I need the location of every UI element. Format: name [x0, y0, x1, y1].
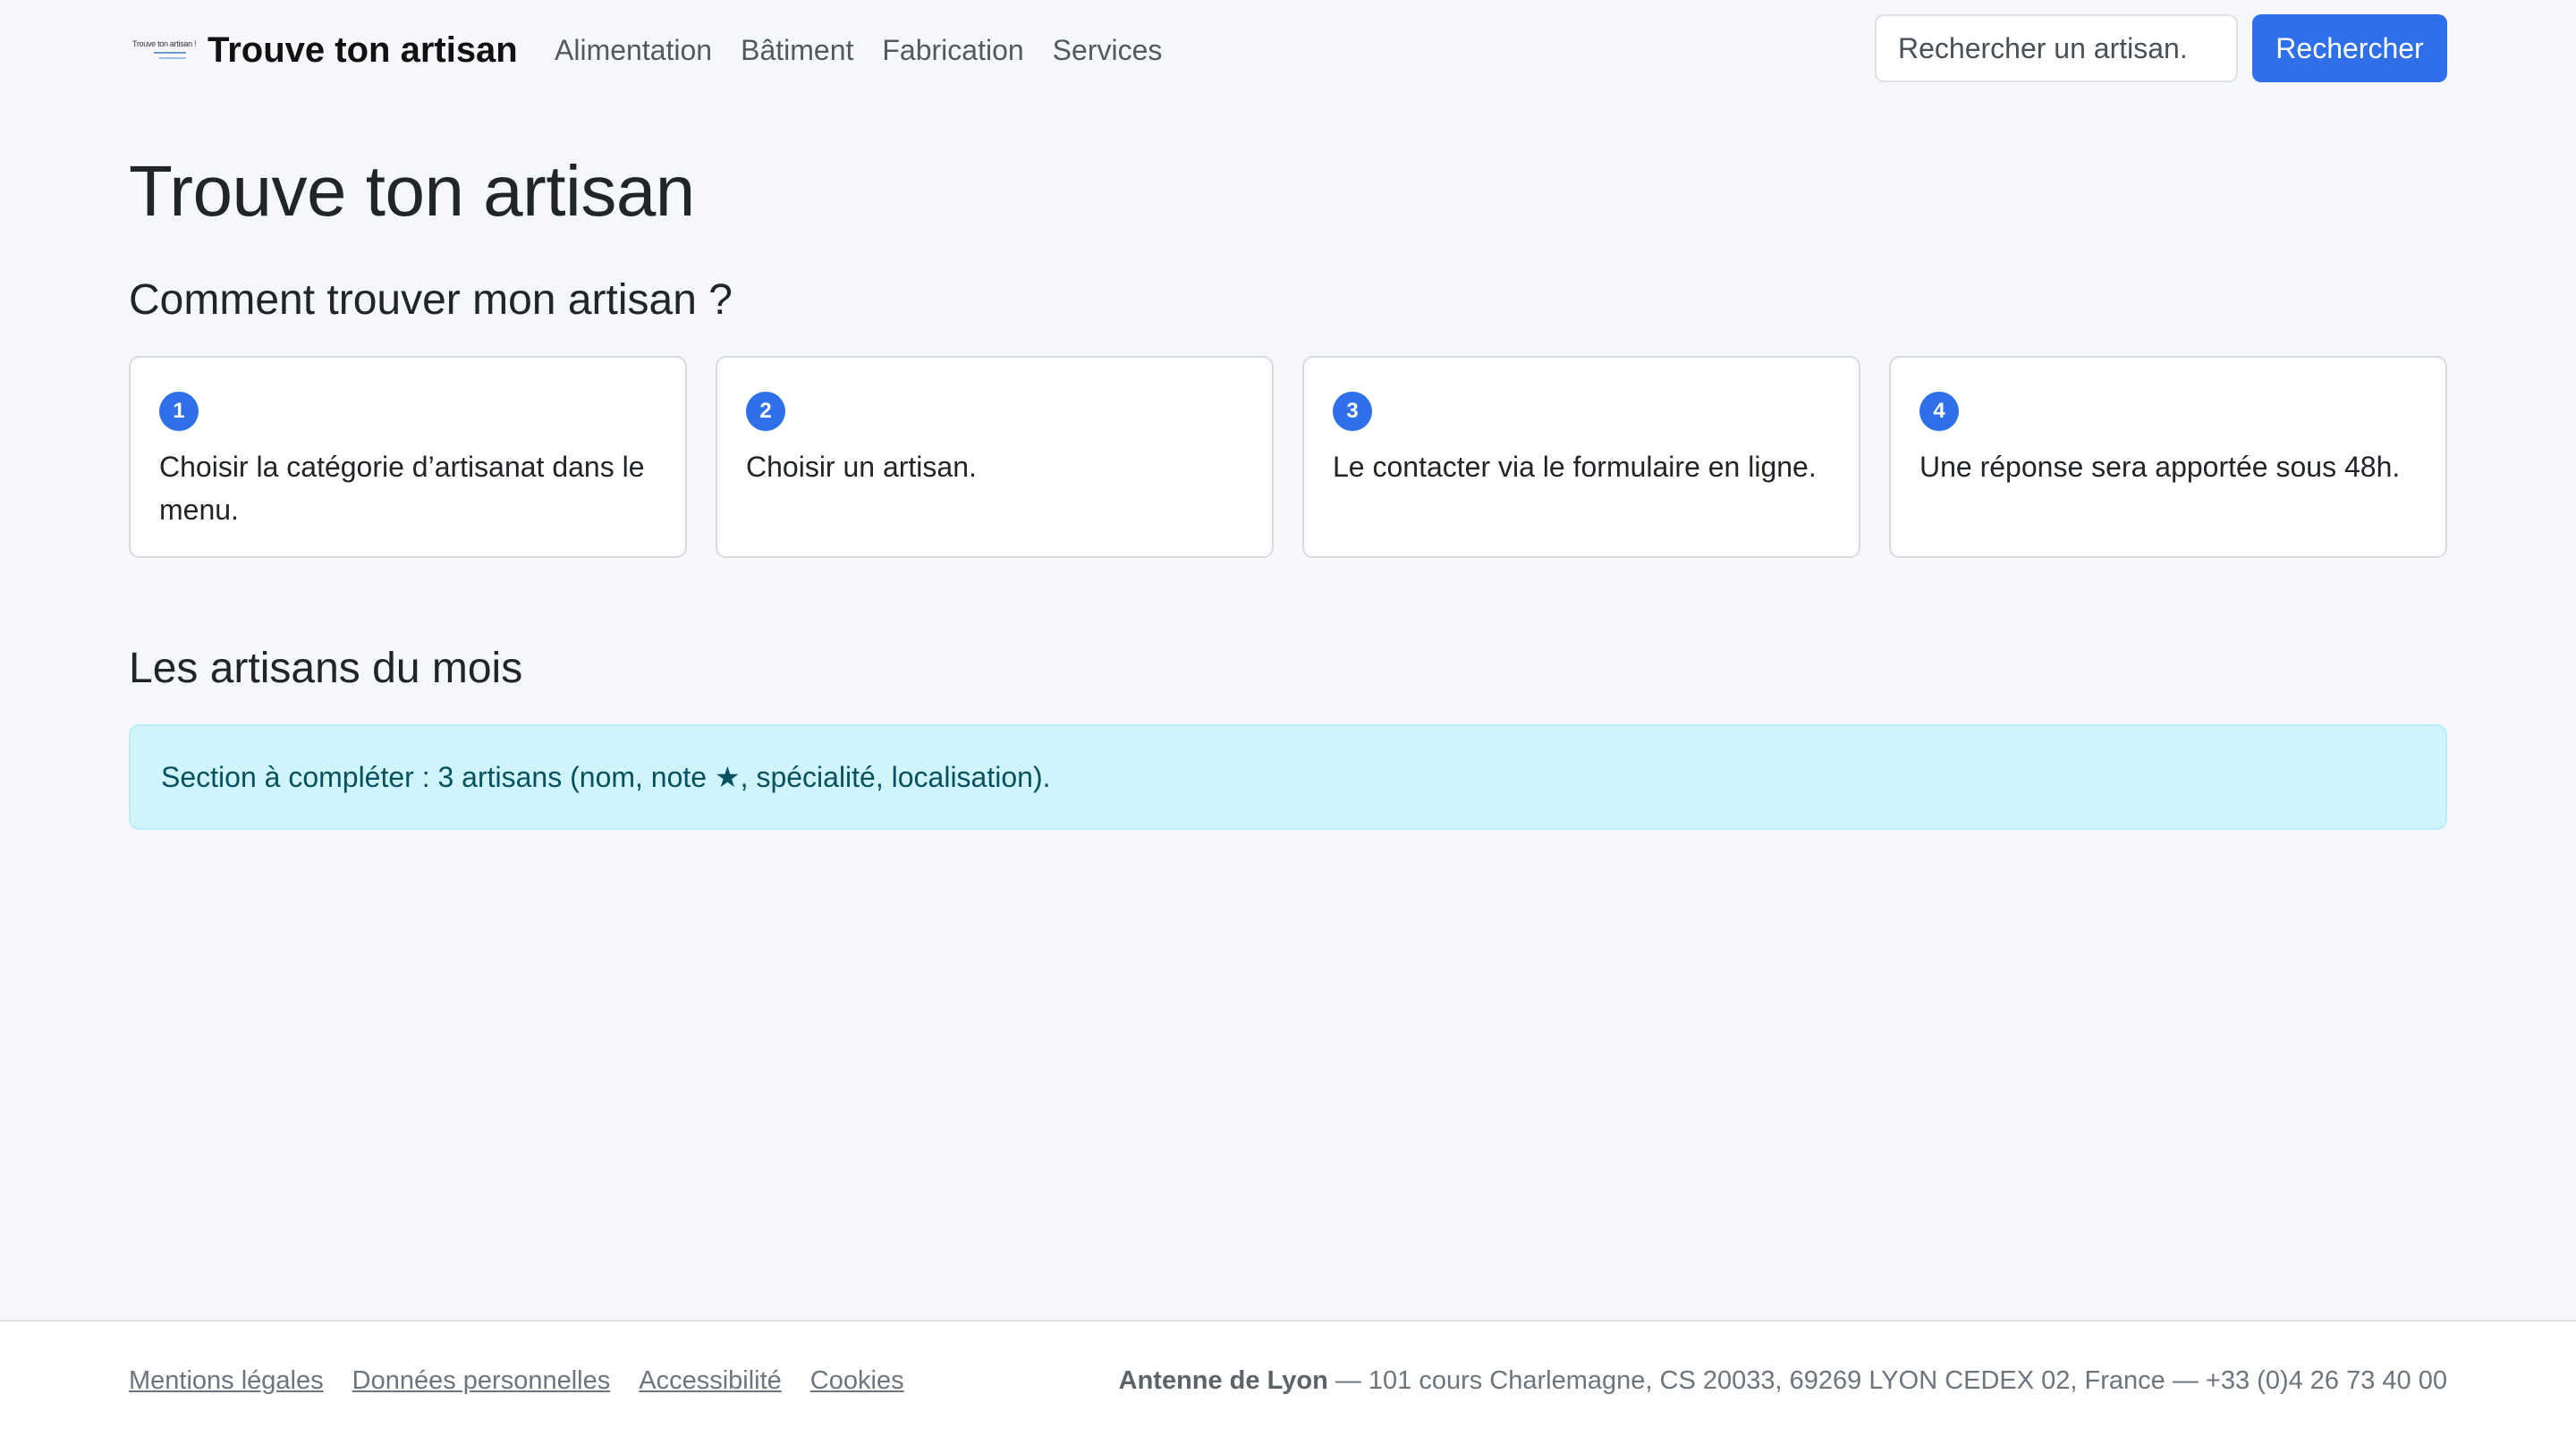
step-text: Le contacter via le formulaire en ligne.	[1333, 451, 1817, 483]
step-text: Choisir un artisan.	[746, 451, 977, 483]
step-card: 2 Choisir un artisan.	[716, 356, 1274, 558]
step-number-badge: 3	[1333, 392, 1372, 431]
main-nav: Alimentation Bâtiment Fabrication Servic…	[555, 30, 1191, 70]
office-name: Antenne de Lyon	[1118, 1366, 1328, 1395]
step-card: 1 Choisir la catégorie d’artisanat dans …	[129, 356, 687, 558]
site-logo[interactable]: Trouve ton artisan !	[132, 34, 197, 66]
step-number-badge: 2	[746, 392, 785, 431]
footer-link-cookies[interactable]: Cookies	[810, 1366, 904, 1396]
page-title: Trouve ton artisan	[129, 151, 695, 231]
footer-address: Antenne de Lyon — 101 cours Charlemagne,…	[1119, 1366, 2447, 1396]
step-card: 3 Le contacter via le formulaire en lign…	[1302, 356, 1860, 558]
nav-link-alimentation[interactable]: Alimentation	[555, 34, 712, 67]
nav-link-batiment[interactable]: Bâtiment	[741, 34, 853, 67]
footer-link-accessibility[interactable]: Accessibilité	[639, 1366, 782, 1396]
search-input[interactable]	[1875, 14, 2238, 82]
nav-link-fabrication[interactable]: Fabrication	[882, 34, 1023, 67]
info-alert: Section à compléter : 3 artisans (nom, n…	[129, 724, 2447, 830]
footer-link-legal[interactable]: Mentions légales	[129, 1366, 324, 1396]
search-button[interactable]: Rechercher	[2252, 14, 2447, 82]
navbar: Trouve ton artisan ! Trouve ton artisan …	[0, 0, 2576, 98]
brand[interactable]: Trouve ton artisan ! Trouve ton artisan	[132, 30, 518, 70]
logo-line	[154, 52, 186, 54]
step-number-badge: 1	[159, 392, 199, 431]
step-number-badge: 4	[1919, 392, 1959, 431]
footer-links: Mentions légales Données personnelles Ac…	[129, 1366, 933, 1396]
step-text: Une réponse sera apportée sous 48h.	[1919, 451, 2401, 483]
step-text: Choisir la catégorie d’artisanat dans le…	[159, 451, 645, 526]
logo-line	[159, 57, 186, 59]
footer: Mentions légales Données personnelles Ac…	[0, 1320, 2576, 1445]
artisans-of-month-title: Les artisans du mois	[129, 645, 523, 692]
step-card: 4 Une réponse sera apportée sous 48h.	[1889, 356, 2447, 558]
steps-list: 1 Choisir la catégorie d’artisanat dans …	[129, 356, 2447, 558]
brand-name[interactable]: Trouve ton artisan	[208, 30, 518, 71]
nav-link-services[interactable]: Services	[1053, 34, 1163, 67]
how-to-title: Comment trouver mon artisan ?	[129, 276, 733, 324]
office-details: — 101 cours Charlemagne, CS 20033, 69269…	[1327, 1366, 2447, 1395]
footer-link-privacy[interactable]: Données personnelles	[352, 1366, 611, 1396]
logo-text: Trouve ton artisan !	[132, 39, 197, 48]
